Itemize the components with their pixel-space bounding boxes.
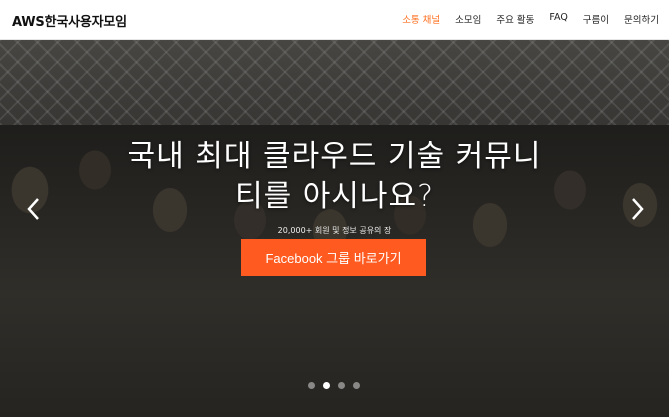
- hero-carousel: 국내 최대 클라우드 기술 커뮤니 티를 아시나요? 20,000+ 회원 및 …: [0, 40, 669, 417]
- hero-headline-line2: 티를 아시나요?: [234, 179, 435, 214]
- carousel-dot[interactable]: [308, 382, 315, 389]
- nav-item-mascot[interactable]: 구름이: [583, 12, 609, 26]
- nav-item-groups[interactable]: 소모임: [455, 12, 481, 26]
- carousel-prev-button[interactable]: [22, 196, 46, 222]
- hero-headline-line1: 국내 최대 클라우드 기술 커뮤니: [127, 139, 542, 174]
- hero-subtitle: 20,000+ 회원 및 정보 공유의 장: [277, 226, 392, 235]
- chevron-left-icon: [27, 198, 39, 220]
- nav-item-channels[interactable]: 소통 채널: [402, 12, 440, 26]
- carousel-dot[interactable]: [338, 382, 345, 389]
- nav-item-faq[interactable]: FAQ: [549, 12, 567, 26]
- main-menu: 소통 채널 소모임 주요 활동 FAQ 구름이 문의하기: [402, 12, 659, 26]
- carousel-dot[interactable]: [353, 382, 360, 389]
- chevron-right-icon: [632, 198, 644, 220]
- nav-item-activities[interactable]: 주요 활동: [496, 12, 534, 26]
- brand-logo[interactable]: AWS한국사용자모임: [12, 11, 127, 30]
- carousel-indicators: [308, 382, 360, 389]
- carousel-dot-active[interactable]: [323, 382, 330, 389]
- top-navbar: AWS한국사용자모임 소통 채널 소모임 주요 활동 FAQ 구름이 문의하기: [0, 0, 669, 40]
- facebook-group-button[interactable]: Facebook 그룹 바로가기: [241, 239, 426, 276]
- nav-item-contact[interactable]: 문의하기: [624, 12, 659, 26]
- carousel-next-button[interactable]: [625, 196, 649, 222]
